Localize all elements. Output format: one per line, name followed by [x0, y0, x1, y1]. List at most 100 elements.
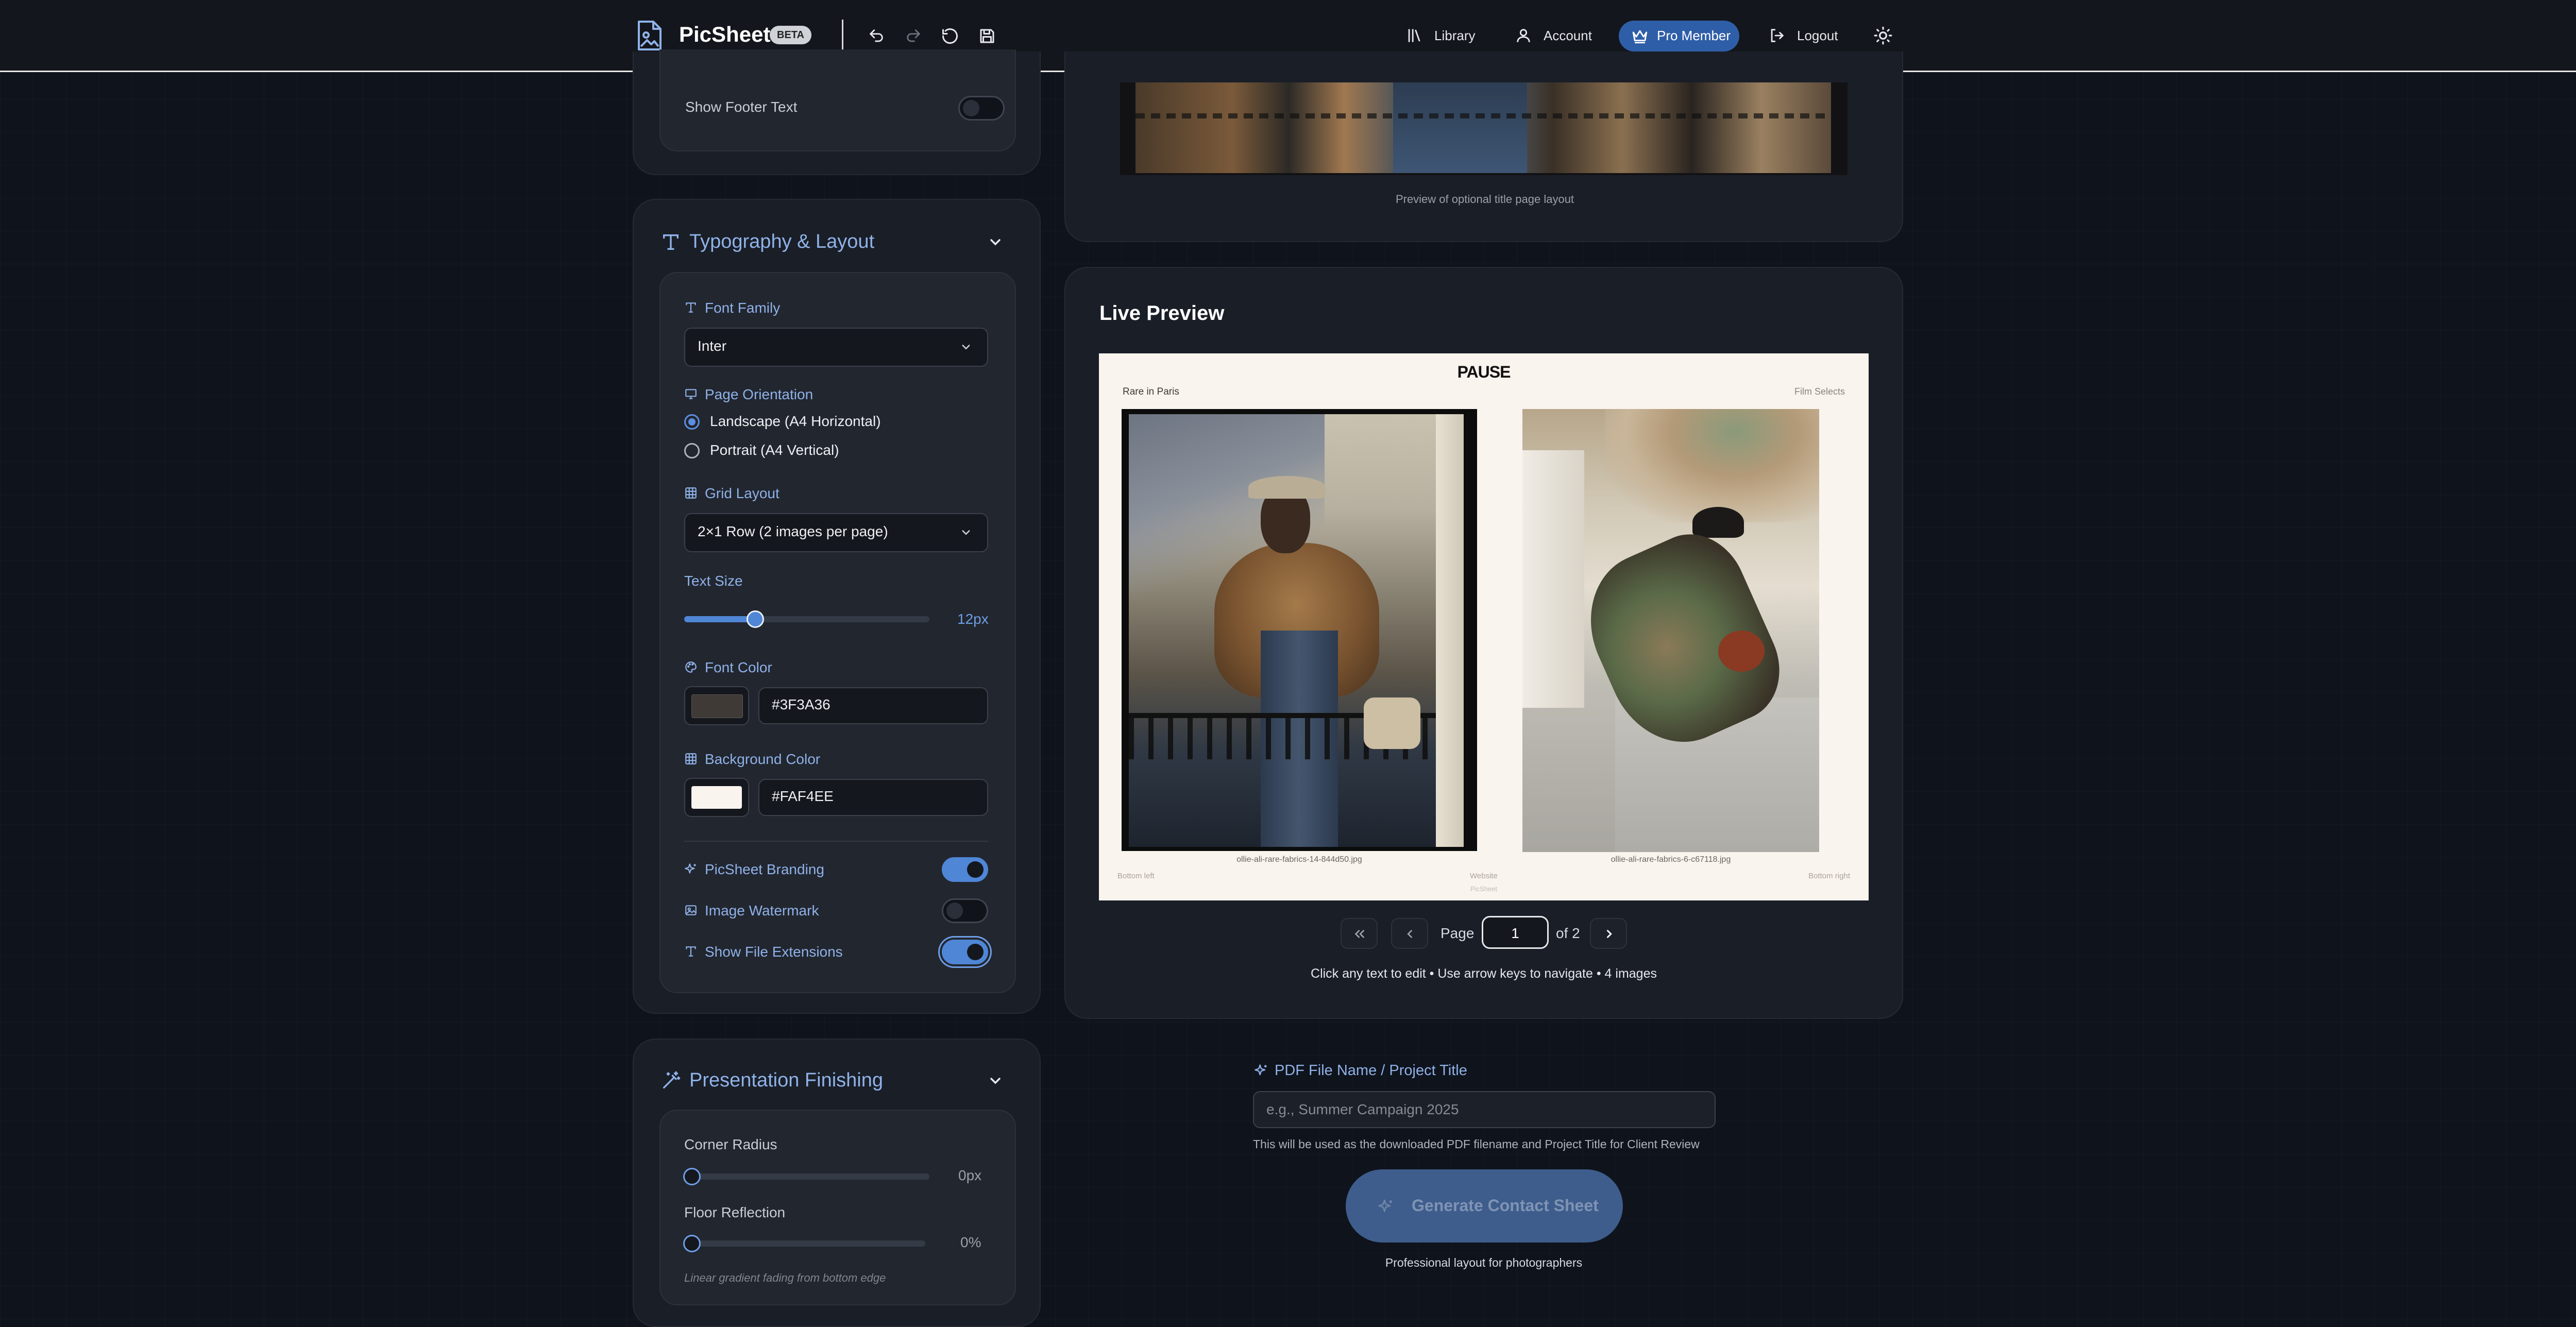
grid-layout-select[interactable]: 2×1 Row (2 images per page) [684, 513, 988, 552]
page-count: of 2 [1556, 925, 1580, 941]
pdf-name-label: PDF File Name / Project Title [1275, 1062, 1467, 1079]
pro-member-button[interactable]: Pro Member [1619, 21, 1739, 52]
sheet-footer-center[interactable]: Website [1099, 872, 1869, 880]
chevron-down-icon[interactable] [987, 234, 1004, 250]
undo-icon[interactable] [868, 27, 885, 45]
chevron-down-icon [958, 524, 974, 540]
text-size-slider-thumb[interactable] [747, 610, 765, 628]
floor-reflection-value: 0% [960, 1234, 981, 1250]
beta-badge: BETA [770, 26, 811, 44]
typography-card: Font Family Inter Page Orientation Lands… [659, 272, 1016, 993]
sheet-image-2-filename[interactable]: ollie-ali-rare-fabrics-6-c67118.jpg [1522, 855, 1819, 864]
orientation-portrait-label[interactable]: Portrait (A4 Vertical) [710, 442, 839, 458]
prev-page-button[interactable] [1391, 918, 1428, 949]
title-page-photo-denim [1393, 82, 1527, 173]
chevron-right-icon [1601, 926, 1617, 942]
grid-layout-value: 2×1 Row (2 images per page) [698, 523, 888, 539]
sheet-image-1[interactable] [1122, 409, 1477, 851]
preview-hint: Click any text to edit • Use arrow keys … [1311, 966, 1657, 981]
photo-1-wall [1436, 414, 1464, 847]
floor-reflection-thumb[interactable] [683, 1235, 701, 1252]
nav-logout[interactable]: Logout [1797, 28, 1838, 44]
corner-radius-slider[interactable] [683, 1168, 929, 1185]
orientation-portrait-radio[interactable] [684, 443, 700, 458]
chevrons-left-icon [1352, 926, 1367, 942]
palette-icon [684, 660, 698, 674]
sun-icon[interactable] [1873, 26, 1893, 45]
type-icon [660, 232, 681, 252]
chevron-down-icon[interactable] [987, 1073, 1004, 1089]
title-page-caption: Preview of optional title page layout [1395, 193, 1574, 206]
nav-account[interactable]: Account [1544, 28, 1592, 44]
orientation-landscape-radio[interactable] [684, 414, 700, 430]
typography-title[interactable]: Typography & Layout [689, 231, 874, 253]
live-preview-title: Live Preview [1099, 302, 1225, 325]
library-icon[interactable] [1405, 27, 1423, 44]
first-page-button[interactable] [1341, 918, 1378, 949]
font-color-swatch[interactable] [684, 686, 749, 725]
pro-member-label: Pro Member [1657, 28, 1731, 43]
nav-library[interactable]: Library [1434, 28, 1475, 44]
next-page-button[interactable] [1590, 918, 1627, 949]
crown-icon [1631, 28, 1649, 44]
font-color-input[interactable]: #3F3A36 [758, 687, 988, 724]
photo-2-column [1522, 450, 1584, 708]
bg-color-label: Background Color [705, 751, 821, 767]
grid-layout-label: Grid Layout [705, 485, 779, 501]
bg-color-swatch[interactable] [684, 778, 749, 817]
finishing-card: Corner Radius 0px Floor Reflection 0% Li… [659, 1110, 1016, 1305]
bg-color-input[interactable]: #FAF4EE [758, 779, 988, 816]
font-color-value: #3F3A36 [772, 696, 831, 712]
orientation-landscape-label[interactable]: Landscape (A4 Horizontal) [710, 413, 881, 430]
show-footer-label: Show Footer Text [685, 99, 798, 115]
grid-icon [684, 752, 698, 765]
corner-radius-value: 0px [958, 1167, 982, 1183]
extensions-label: Show File Extensions [705, 944, 843, 960]
pdf-name-help: This will be used as the downloaded PDF … [1253, 1137, 1700, 1151]
generate-label: Generate Contact Sheet [1412, 1196, 1599, 1215]
page-number-input[interactable]: 1 [1482, 916, 1549, 949]
generate-tagline: Professional layout for photographers [1385, 1256, 1583, 1269]
text-size-slider[interactable] [684, 610, 929, 628]
title-page-preview-image [1120, 82, 1848, 175]
logout-icon[interactable] [1768, 27, 1786, 44]
bg-color-value: #FAF4EE [772, 788, 834, 804]
user-icon[interactable] [1515, 27, 1532, 44]
pdf-name-input[interactable]: e.g., Summer Campaign 2025 [1253, 1091, 1716, 1128]
sheet-header-right[interactable]: Film Selects [1794, 386, 1845, 397]
sheet-logo[interactable]: PAUSE [1099, 363, 1869, 382]
monitor-icon [684, 387, 698, 401]
font-family-select[interactable]: Inter [684, 328, 988, 367]
sheet-branding: PicSheet [1470, 885, 1498, 893]
show-footer-toggle[interactable] [958, 96, 1005, 121]
branding-toggle[interactable] [942, 857, 988, 882]
corner-radius-label: Corner Radius [684, 1136, 777, 1152]
sheet-image-1-filename[interactable]: ollie-ali-rare-fabrics-14-844d50.jpg [1122, 855, 1477, 864]
sparkles-icon [1378, 1198, 1394, 1215]
footer-settings-panel: Show Footer Text [633, 49, 1041, 175]
reset-icon[interactable] [941, 27, 959, 45]
finishing-title[interactable]: Presentation Finishing [689, 1069, 883, 1092]
sheet-footer-right[interactable]: Bottom right [1808, 872, 1850, 880]
sheet-image-2[interactable] [1522, 409, 1819, 852]
floor-reflection-slider[interactable] [683, 1235, 925, 1252]
picsheet-logo-icon[interactable] [636, 20, 664, 52]
watermark-toggle[interactable] [942, 898, 988, 923]
branding-label: PicSheet Branding [705, 861, 824, 877]
photo-2-hat [1692, 507, 1744, 538]
save-icon[interactable] [978, 27, 996, 45]
orientation-label: Page Orientation [705, 386, 814, 402]
contact-sheet-page[interactable]: PAUSE Rare in Paris Film Selects ollie-a… [1099, 353, 1869, 900]
corner-radius-thumb[interactable] [683, 1168, 701, 1185]
sheet-header-left[interactable]: Rare in Paris [1123, 386, 1179, 398]
typography-layout-panel: Typography & Layout Font Family Inter Pa… [633, 199, 1041, 1014]
brand-name[interactable]: PicSheet [679, 22, 770, 47]
font-color-label: Font Color [705, 659, 772, 675]
sparkles-icon [684, 862, 698, 876]
generate-contact-sheet-button[interactable]: Generate Contact Sheet [1346, 1169, 1623, 1243]
chevron-left-icon [1402, 926, 1418, 942]
extensions-toggle[interactable] [942, 940, 988, 964]
text-size-value: 12px [957, 611, 989, 627]
page-number-value: 1 [1511, 925, 1519, 941]
redo-icon[interactable] [905, 27, 922, 45]
